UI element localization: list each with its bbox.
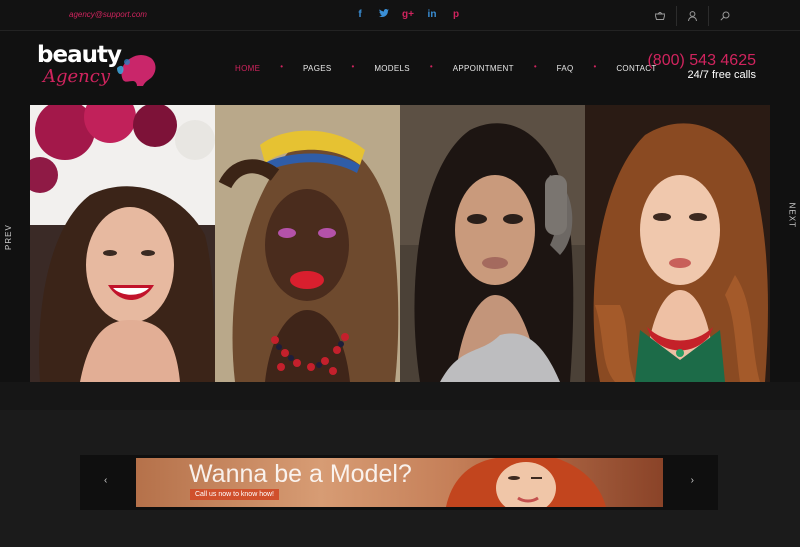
nav-pages[interactable]: PAGES	[303, 64, 331, 73]
facebook-icon[interactable]: f	[348, 9, 372, 21]
basket-icon[interactable]	[644, 6, 676, 26]
pinterest-icon[interactable]: p	[444, 9, 468, 21]
social-links: f g+ in p	[348, 9, 468, 21]
nav-separator: •	[351, 61, 355, 71]
logo-profile-icon	[117, 55, 156, 86]
logo-word: beauty	[37, 42, 122, 68]
model-gallery	[30, 105, 770, 382]
gallery-next-button[interactable]: NEXT	[787, 203, 796, 228]
nav-separator: •	[429, 61, 433, 71]
nav-separator: •	[533, 61, 537, 71]
gallery-prev-button[interactable]: PREV	[4, 224, 13, 250]
nav-separator: •	[593, 61, 597, 71]
nav-models[interactable]: MODELS	[374, 64, 410, 73]
support-email-link[interactable]: agency@support.com	[69, 10, 147, 19]
nav-appointment[interactable]: APPOINTMENT	[453, 64, 514, 73]
banner-prev-arrow[interactable]: ‹	[104, 475, 107, 486]
google-plus-icon[interactable]: g+	[396, 9, 420, 21]
logo-script: Agency	[43, 66, 111, 87]
banner-next-arrow[interactable]: ›	[691, 475, 694, 486]
banner-cta-button[interactable]: Call us now to know how!	[190, 489, 279, 500]
site-header: beauty Agency HOME • PAGES • MODELS • AP…	[0, 32, 800, 105]
search-icon[interactable]	[708, 6, 740, 26]
phone-subtitle: 24/7 free calls	[687, 69, 756, 81]
model-photo-4[interactable]	[585, 105, 770, 382]
nav-separator: •	[280, 61, 284, 71]
nav-faq[interactable]: FAQ	[557, 64, 574, 73]
model-photo-3[interactable]	[400, 105, 585, 382]
phone-block: (800) 543 4625 24/7 free calls	[647, 52, 756, 81]
top-icons	[644, 6, 740, 26]
twitter-icon[interactable]	[372, 9, 396, 21]
model-promo-banner[interactable]: Wanna be a Model? Call us now to know ho…	[136, 458, 663, 507]
linkedin-icon[interactable]: in	[420, 9, 444, 21]
phone-number[interactable]: (800) 543 4625	[647, 52, 756, 70]
banner-carousel: ‹ Wanna be a Model? Call us now to know …	[80, 455, 718, 510]
gallery-footer-strip	[0, 382, 800, 410]
main-nav: HOME • PAGES • MODELS • APPOINTMENT • FA…	[235, 61, 657, 73]
banner-model-image	[446, 458, 606, 507]
model-photo-2[interactable]	[215, 105, 400, 382]
top-bar: agency@support.com f g+ in p	[0, 0, 800, 31]
site-logo[interactable]: beauty Agency	[37, 42, 162, 97]
model-photo-1[interactable]	[30, 105, 215, 382]
nav-home[interactable]: HOME	[235, 64, 260, 73]
user-icon[interactable]	[676, 6, 708, 26]
banner-title: Wanna be a Model?	[189, 460, 412, 488]
